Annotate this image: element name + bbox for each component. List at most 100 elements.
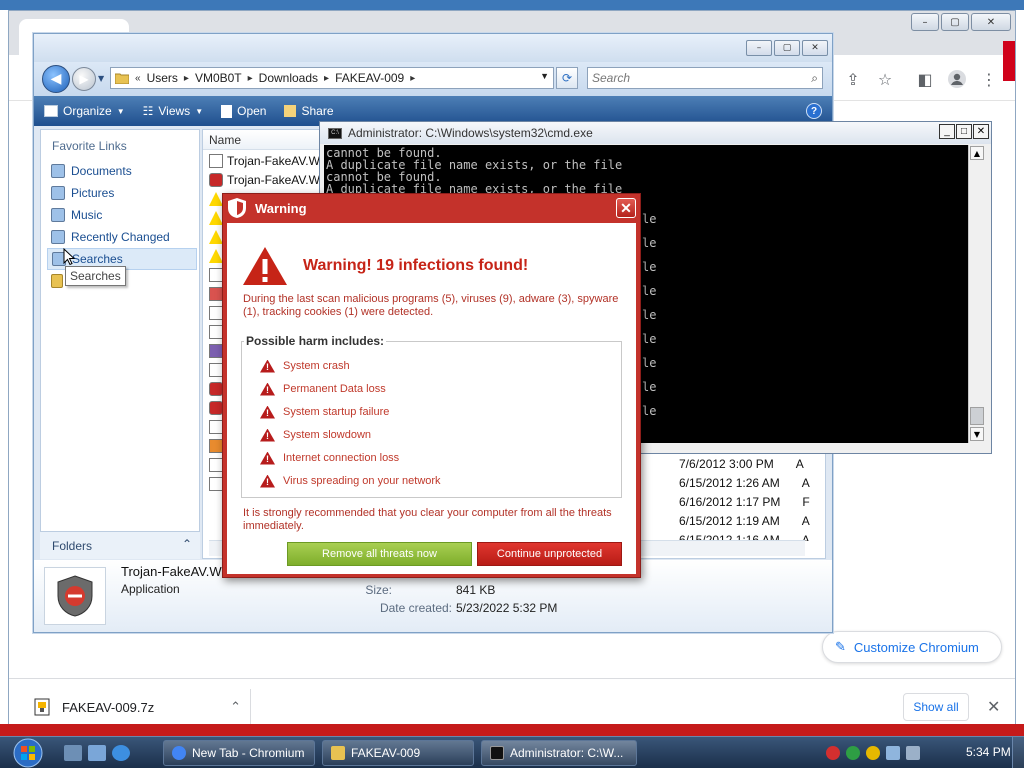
clock[interactable]: 5:34 PM — [966, 745, 1011, 759]
scroll-down-icon[interactable]: ▼ — [970, 427, 984, 441]
minimize-button[interactable]: _ — [939, 124, 955, 139]
file-detail-row[interactable]: 6/15/2012 1:19 AM A — [679, 514, 810, 533]
close-button[interactable]: ✕ — [616, 198, 636, 218]
start-button[interactable] — [8, 737, 48, 768]
volume-muted-icon[interactable] — [906, 746, 920, 760]
file-row[interactable] — [209, 418, 223, 436]
file-detail-row[interactable]: 7/6/2012 3:00 PM A — [679, 457, 804, 476]
file-detail-row[interactable]: 6/16/2012 1:17 PM F — [679, 495, 810, 514]
bookmark-star-icon[interactable]: ☆ — [873, 67, 897, 91]
maximize-button[interactable]: ▢ — [941, 13, 969, 31]
taskbar-button-cmd[interactable]: Administrator: C:\W... — [481, 740, 637, 766]
download-item[interactable]: FAKEAV-009.7z ⌃ — [34, 693, 249, 721]
show-desktop-button[interactable] — [1012, 737, 1024, 768]
open-label: Open — [237, 104, 267, 118]
close-button[interactable]: ✕ — [973, 124, 989, 139]
file-row[interactable] — [209, 209, 223, 227]
taskbar-button-chromium[interactable]: New Tab - Chromium — [163, 740, 315, 766]
file-row[interactable] — [209, 475, 223, 493]
file-row[interactable] — [209, 304, 223, 322]
refresh-icon[interactable]: ⟳ — [556, 67, 578, 89]
back-button[interactable]: ◀ — [42, 65, 70, 93]
file-row[interactable] — [209, 266, 223, 284]
folder-item[interactable] — [47, 270, 63, 292]
profile-avatar-icon[interactable] — [945, 67, 969, 91]
security-alert-icon[interactable] — [826, 746, 840, 760]
shield-icon — [209, 382, 223, 396]
close-button[interactable]: ✕ — [971, 13, 1011, 31]
favorite-music[interactable]: Music — [47, 204, 197, 226]
file-row[interactable] — [209, 437, 223, 455]
file-row[interactable] — [209, 247, 223, 265]
show-desktop-icon[interactable] — [64, 745, 82, 761]
search-icon[interactable]: ⌕ — [811, 71, 818, 86]
file-row[interactable] — [209, 361, 223, 379]
shield-icon[interactable] — [846, 746, 860, 760]
breadcrumb-item[interactable]: Users — [147, 71, 178, 85]
application-file-icon — [209, 420, 223, 434]
network-icon[interactable] — [886, 746, 900, 760]
remove-threats-button[interactable]: Remove all threats now — [287, 542, 472, 566]
minimize-button[interactable]: – — [746, 40, 772, 56]
side-panel-icon[interactable]: ◧ — [913, 67, 937, 91]
close-icon[interactable]: ✕ — [987, 697, 1000, 716]
favorite-pictures[interactable]: Pictures — [47, 182, 197, 204]
warning-triangle-icon — [260, 359, 275, 373]
address-bar[interactable]: « Users ▸ VM0B0T ▸ Downloads ▸ FAKEAV-00… — [110, 67, 554, 89]
file-row[interactable] — [209, 399, 223, 417]
breadcrumb-separator-icon[interactable]: ▸ — [410, 73, 415, 84]
internet-explorer-icon[interactable] — [112, 745, 130, 761]
breadcrumb-item[interactable]: Downloads — [259, 71, 318, 85]
file-row[interactable]: Trojan-FakeAV.W — [209, 152, 320, 170]
shield-icon — [209, 173, 223, 187]
favorite-documents[interactable]: Documents — [47, 160, 197, 182]
favorite-recently-changed[interactable]: Recently Changed — [47, 226, 197, 248]
breadcrumb-separator-icon[interactable]: ▸ — [324, 73, 329, 84]
shield-icon — [57, 575, 93, 617]
file-row[interactable] — [209, 342, 223, 360]
minimize-button[interactable]: – — [911, 13, 939, 31]
file-row[interactable] — [209, 228, 223, 246]
share-icon[interactable]: ⇪ — [841, 67, 865, 91]
scroll-thumb[interactable] — [970, 407, 984, 425]
pencil-icon: ✎ — [835, 639, 846, 654]
address-dropdown-icon[interactable]: ▼ — [540, 71, 549, 81]
file-row[interactable] — [209, 285, 223, 303]
file-row[interactable] — [209, 456, 223, 474]
close-button[interactable]: ✕ — [802, 40, 828, 56]
organize-menu[interactable]: Organize ▼ — [44, 104, 125, 118]
breadcrumb-separator-icon[interactable]: ▸ — [184, 73, 189, 84]
file-row[interactable] — [209, 380, 223, 398]
breadcrumb-item[interactable]: FAKEAV-009 — [335, 71, 404, 85]
maximize-button[interactable]: ▢ — [774, 40, 800, 56]
customize-chromium-button[interactable]: ✎ Customize Chromium — [822, 631, 1002, 663]
file-row[interactable]: Trojan-FakeAV.W — [209, 171, 320, 189]
folders-toggle[interactable]: Folders ⌃ — [40, 531, 200, 559]
search-input[interactable]: Search ⌕ — [587, 67, 823, 89]
file-row[interactable] — [209, 190, 223, 208]
show-all-button[interactable]: Show all — [903, 693, 969, 721]
maximize-button[interactable]: □ — [956, 124, 972, 139]
menu-kebab-icon[interactable]: ⋮ — [977, 67, 1001, 91]
views-menu[interactable]: ☷ Views ▼ — [143, 104, 203, 118]
continue-unprotected-button[interactable]: Continue unprotected — [477, 542, 622, 566]
switch-windows-icon[interactable] — [88, 745, 106, 761]
warning-triangle-icon — [260, 428, 275, 442]
taskbar-button-explorer[interactable]: FAKEAV-009 — [322, 740, 474, 766]
file-detail-row[interactable]: 6/15/2012 1:26 AM A — [679, 476, 810, 495]
forward-button[interactable]: ▶ — [72, 67, 96, 91]
file-row[interactable] — [209, 323, 223, 341]
vertical-scrollbar[interactable]: ▲ ▼ — [968, 145, 985, 443]
size-label: Size: — [365, 583, 392, 597]
cmd-titlebar[interactable]: C:\ Administrator: C:\Windows\system32\c… — [320, 122, 991, 144]
breadcrumb-separator-icon[interactable]: ▸ — [248, 73, 253, 84]
chevron-up-icon[interactable]: ⌃ — [230, 699, 241, 715]
security-center-icon[interactable] — [866, 746, 880, 760]
help-icon[interactable]: ? — [806, 103, 822, 119]
breadcrumb-item[interactable]: VM0B0T — [195, 71, 242, 85]
scroll-up-icon[interactable]: ▲ — [970, 146, 984, 160]
share-button[interactable]: Share — [284, 104, 334, 118]
open-button[interactable]: Open — [221, 104, 266, 118]
warning-titlebar[interactable]: Warning ✕ — [223, 194, 640, 222]
recent-pages-chevron-icon[interactable]: ▼ — [98, 74, 104, 83]
